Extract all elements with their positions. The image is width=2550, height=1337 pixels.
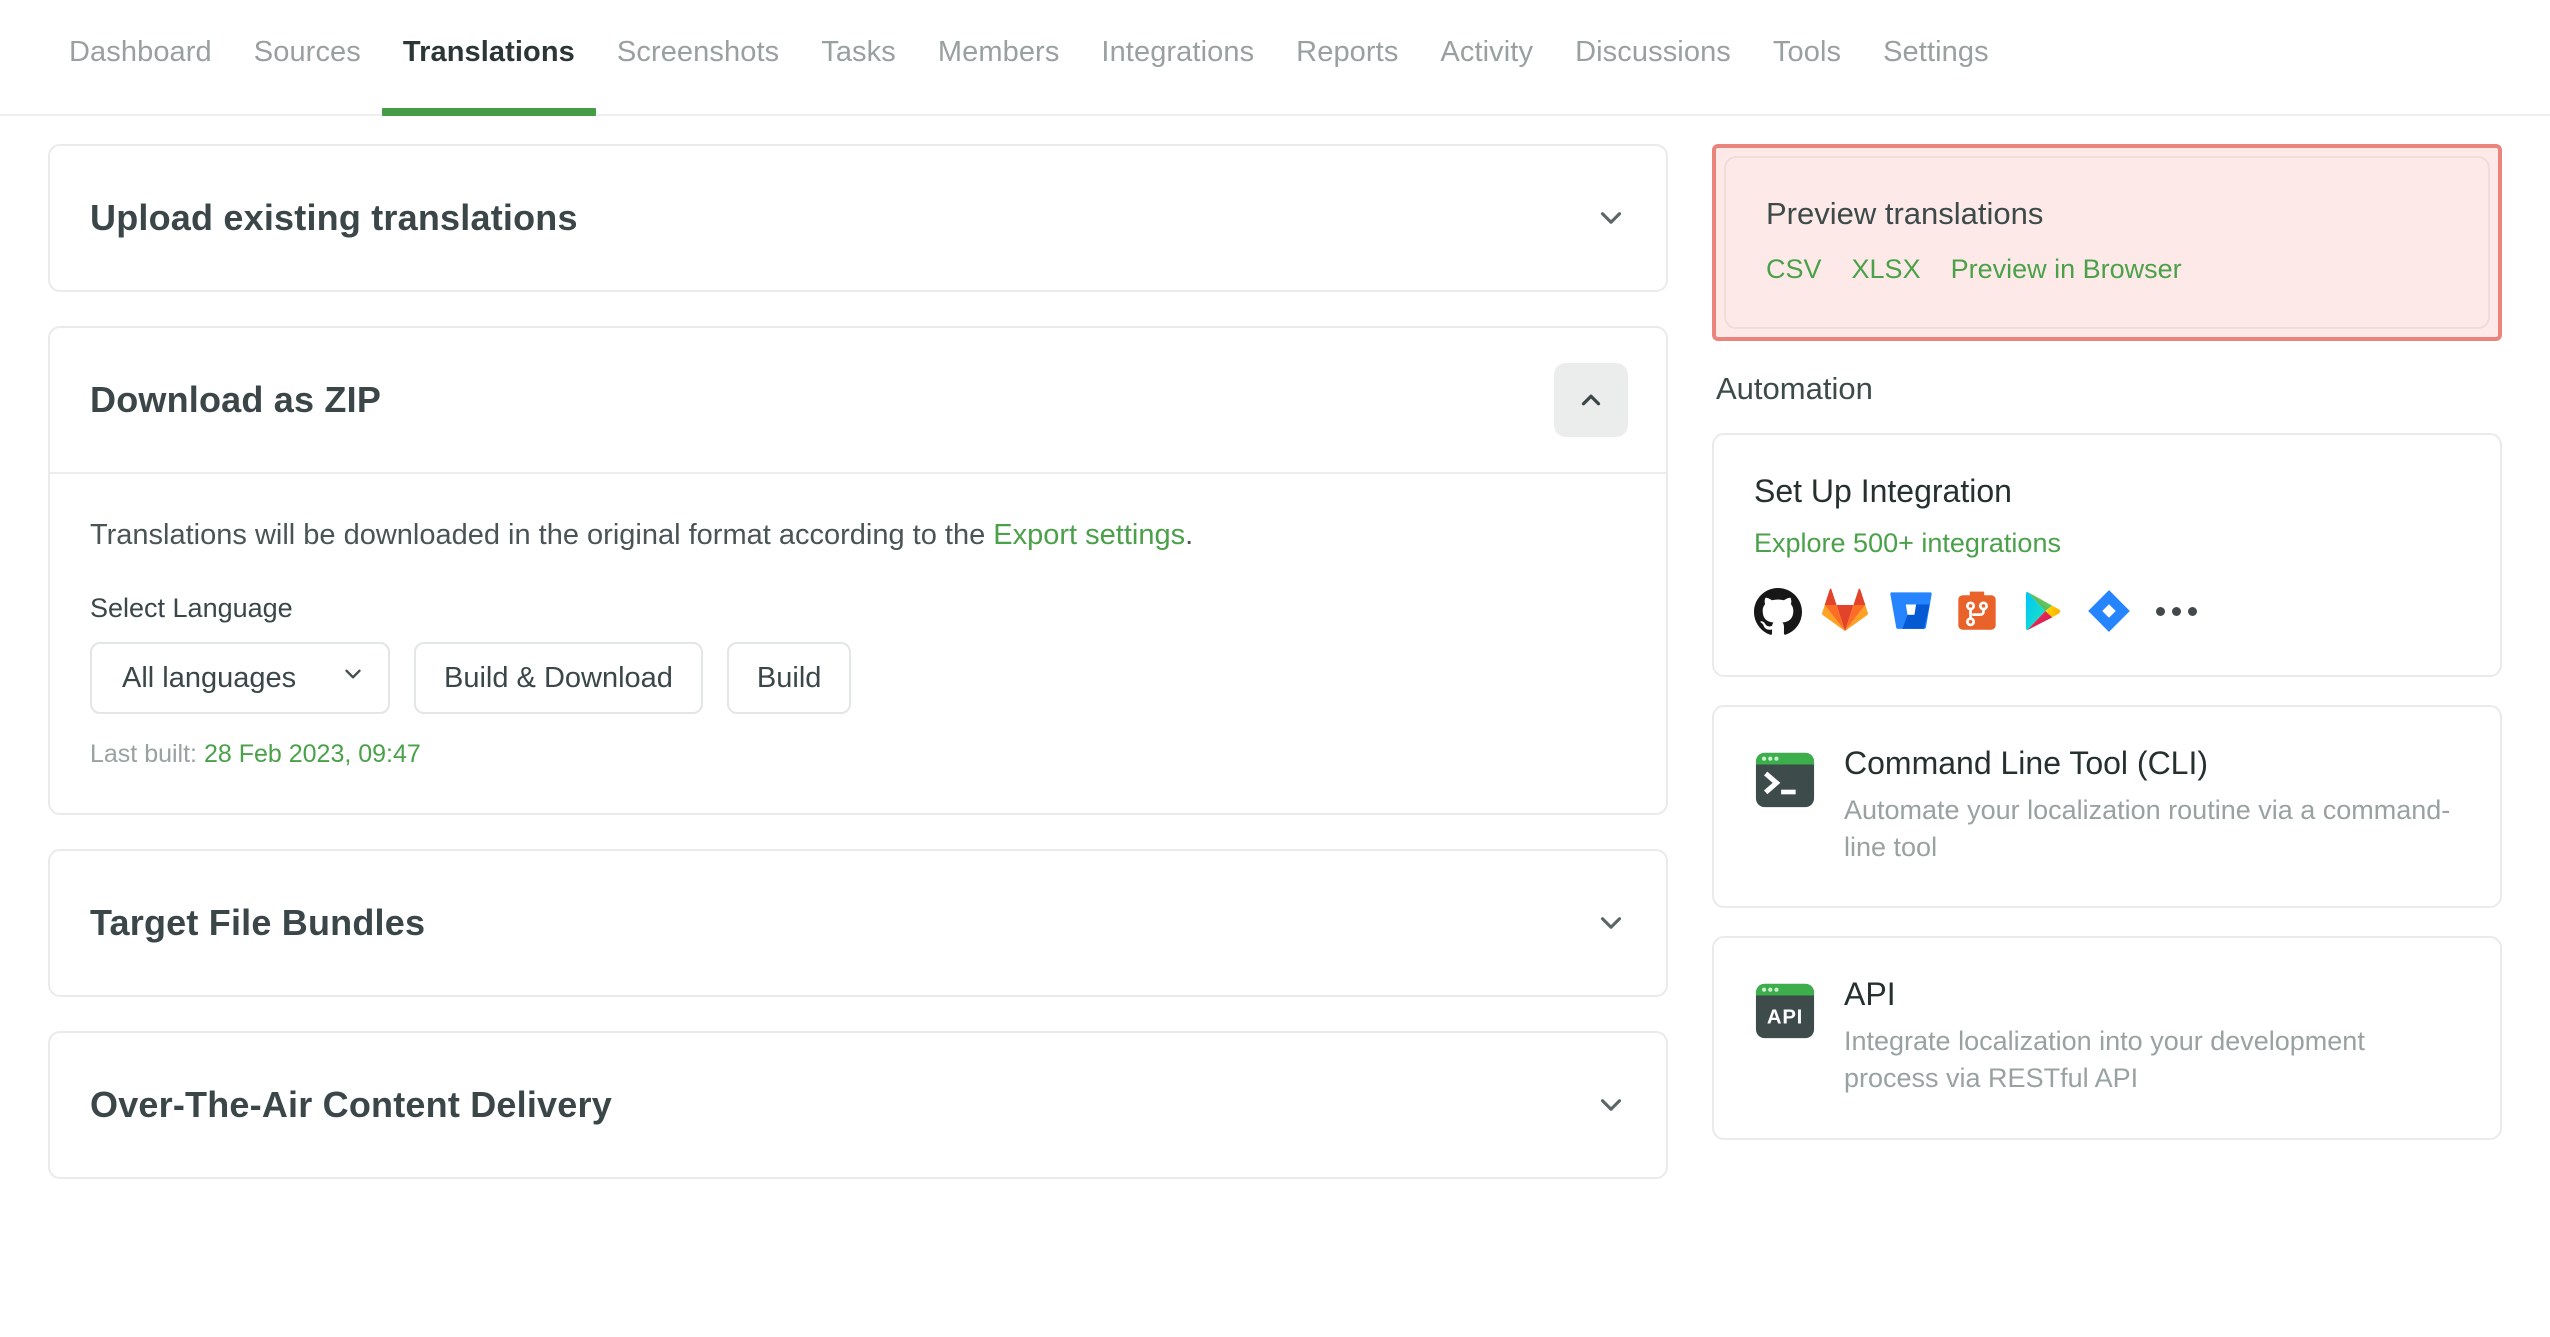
- nav-label: Tasks: [821, 36, 896, 68]
- nav-label: Integrations: [1101, 36, 1255, 68]
- cli-card-description: Automate your localization routine via a…: [1844, 794, 2451, 863]
- panel-download-zip: Download as ZIP Translations will be dow…: [48, 326, 1668, 816]
- nav-label: Sources: [253, 36, 361, 68]
- panel-over-the-air-delivery: Over-The-Air Content Delivery: [48, 1031, 1668, 1180]
- main-column: Upload existing translations Download as…: [48, 144, 1668, 1213]
- preview-csv-link[interactable]: CSV: [1766, 254, 1822, 285]
- dot: [2156, 606, 2165, 616]
- nav-item-members[interactable]: Members: [917, 0, 1081, 116]
- automation-section-title: Automation: [1716, 371, 1873, 406]
- api-card[interactable]: API API Integrate localization into your…: [1712, 936, 2502, 1140]
- set-up-integration-card: Set Up Integration Explore 500+ integrat…: [1712, 433, 2502, 677]
- nav-label: Screenshots: [616, 36, 780, 68]
- panel-over-the-air-delivery-header[interactable]: Over-The-Air Content Delivery: [50, 1033, 1666, 1177]
- panel-download-zip-body: Translations will be downloaded in the o…: [50, 472, 1666, 813]
- build-button[interactable]: Build: [726, 642, 852, 715]
- download-controls: All languages Build & Download Build: [90, 642, 1626, 715]
- nav-item-discussions[interactable]: Discussions: [1554, 0, 1752, 116]
- preview-translations-links: CSV XLSX Preview in Browser: [1766, 254, 2448, 285]
- more-icon[interactable]: [2152, 606, 2201, 616]
- preview-in-browser-link[interactable]: Preview in Browser: [1951, 254, 2182, 285]
- preview-translations-card: Preview translations CSV XLSX Preview in…: [1724, 156, 2490, 329]
- panel-target-file-bundles: Target File Bundles: [48, 849, 1668, 998]
- nav-label: Members: [937, 36, 1060, 68]
- preview-translations-highlight: Preview translations CSV XLSX Preview in…: [1712, 144, 2502, 341]
- api-icon: API: [1754, 980, 1816, 1042]
- chevron-down-icon[interactable]: [1594, 201, 1628, 235]
- nav-item-screenshots[interactable]: Screenshots: [596, 0, 800, 116]
- bitbucket-icon[interactable]: [1888, 588, 1934, 634]
- nav-item-activity[interactable]: Activity: [1419, 0, 1554, 116]
- nav-label: Settings: [1883, 36, 1989, 68]
- google-play-icon[interactable]: [2020, 588, 2066, 634]
- dot: [2188, 606, 2197, 616]
- chevron-down-icon[interactable]: [1594, 1088, 1628, 1122]
- download-description-period: .: [1185, 519, 1194, 551]
- nav-item-reports[interactable]: Reports: [1275, 0, 1419, 116]
- nav-label: Activity: [1440, 36, 1534, 68]
- nav-label: Translations: [402, 36, 575, 68]
- azure-repos-icon[interactable]: [1954, 588, 2000, 634]
- preview-translations-title: Preview translations: [1766, 196, 2044, 231]
- nav-item-sources[interactable]: Sources: [233, 0, 382, 116]
- last-built-value: 28 Feb 2023, 09:47: [203, 740, 421, 769]
- cli-card-body: Command Line Tool (CLI) Automate your lo…: [1844, 745, 2460, 866]
- nav-item-integrations[interactable]: Integrations: [1080, 0, 1275, 116]
- language-select[interactable]: All languages: [90, 642, 390, 715]
- download-description: Translations will be downloaded in the o…: [90, 516, 1626, 555]
- terminal-icon: [1754, 749, 1816, 811]
- sidebar: Preview translations CSV XLSX Preview in…: [1712, 144, 2502, 1168]
- nav-label: Tools: [1772, 36, 1842, 68]
- panel-target-file-bundles-header[interactable]: Target File Bundles: [50, 851, 1666, 995]
- panel-download-zip-header[interactable]: Download as ZIP: [50, 328, 1666, 472]
- nav-item-tools[interactable]: Tools: [1752, 0, 1862, 116]
- api-card-body: API Integrate localization into your dev…: [1844, 976, 2460, 1097]
- nav-label: Reports: [1296, 36, 1399, 68]
- panel-upload-title: Upload existing translations: [90, 197, 578, 238]
- integration-icons: [1754, 587, 2460, 635]
- panel-target-file-bundles-title: Target File Bundles: [90, 902, 426, 944]
- select-language-label: Select Language: [90, 593, 293, 624]
- download-description-text: Translations will be downloaded in the o…: [90, 519, 994, 551]
- github-icon[interactable]: [1754, 587, 1802, 635]
- page-content: Upload existing translations Download as…: [0, 116, 2550, 1213]
- nav-item-translations[interactable]: Translations: [381, 0, 596, 116]
- chevron-down-icon: [340, 661, 366, 695]
- svg-text:API: API: [1767, 1007, 1803, 1029]
- api-card-title: API: [1844, 976, 1896, 1013]
- panel-download-zip-title: Download as ZIP: [90, 379, 382, 420]
- cli-card-title: Command Line Tool (CLI): [1844, 745, 2209, 781]
- last-built-status: Last built: 28 Feb 2023, 09:47: [90, 740, 1626, 769]
- gitlab-icon[interactable]: [1822, 588, 1868, 634]
- last-built-label: Last built:: [90, 740, 198, 769]
- nav-label: Discussions: [1575, 36, 1731, 68]
- nav-label: Dashboard: [69, 36, 212, 68]
- api-card-description: Integrate localization into your develop…: [1844, 1026, 2365, 1094]
- build-and-download-button[interactable]: Build & Download: [414, 642, 703, 715]
- chevron-down-icon[interactable]: [1594, 906, 1628, 940]
- nav-item-settings[interactable]: Settings: [1862, 0, 2010, 116]
- main-navigation: Dashboard Sources Translations Screensho…: [0, 0, 2550, 116]
- chevron-up-icon[interactable]: [1554, 363, 1628, 437]
- cli-card[interactable]: Command Line Tool (CLI) Automate your lo…: [1712, 705, 2502, 909]
- export-settings-link[interactable]: Export settings: [993, 519, 1185, 551]
- explore-integrations-link[interactable]: Explore 500+ integrations: [1754, 528, 2061, 559]
- panel-upload-translations: Upload existing translations: [48, 144, 1668, 292]
- dot: [2172, 606, 2181, 616]
- panel-upload-header[interactable]: Upload existing translations: [50, 146, 1666, 290]
- preview-xlsx-link[interactable]: XLSX: [1852, 254, 1921, 285]
- set-up-integration-title: Set Up Integration: [1754, 473, 2012, 509]
- panel-over-the-air-delivery-title: Over-The-Air Content Delivery: [90, 1084, 612, 1126]
- nav-item-tasks[interactable]: Tasks: [800, 0, 917, 116]
- language-select-value: All languages: [122, 661, 297, 694]
- jira-icon[interactable]: [2086, 588, 2132, 634]
- nav-item-dashboard[interactable]: Dashboard: [48, 0, 233, 116]
